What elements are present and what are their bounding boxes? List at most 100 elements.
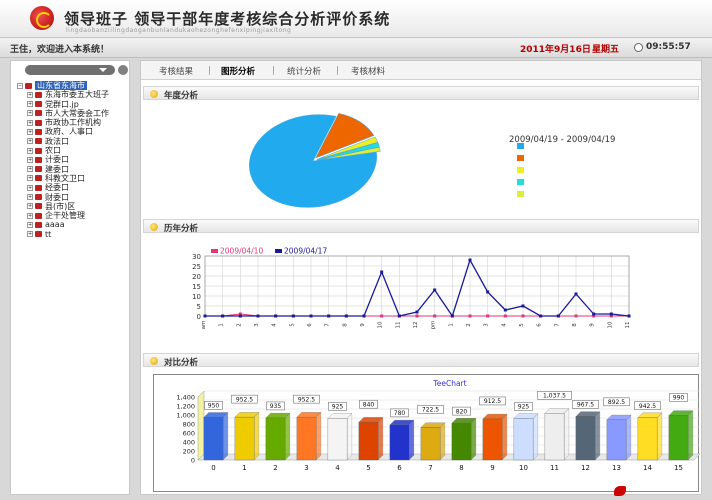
y-tick-label: 0 (197, 313, 201, 321)
series-point (380, 270, 384, 274)
teechart-frame: 1,400 1,200 1,000 800 600 400 200 0 TeeChart 950 0… (153, 374, 701, 492)
bar-side (563, 408, 570, 461)
expand-icon[interactable]: + (27, 175, 33, 182)
y-tick-label: 600 (183, 430, 195, 438)
series-point (415, 314, 419, 318)
expand-icon[interactable]: + (27, 194, 33, 201)
history-analysis-header: 历年分析 (143, 219, 699, 234)
x-tick-label: 4 (335, 464, 340, 472)
data-label: 912.5 (484, 398, 501, 405)
tree-item[interactable]: + aaaa (17, 220, 129, 229)
tree-item-label[interactable]: 农口 (45, 146, 61, 155)
x-tick-label: 10 (519, 464, 528, 472)
tree-item-label[interactable]: 财委口 (45, 193, 69, 202)
expand-icon[interactable]: + (27, 156, 33, 163)
bar (637, 417, 658, 461)
series-point (309, 314, 313, 318)
expand-icon[interactable]: + (27, 101, 33, 108)
expand-icon[interactable]: + (27, 203, 33, 210)
series-point (521, 304, 525, 308)
tab-graph-analysis[interactable]: 图形分析 (221, 65, 255, 77)
info-bar: 王住，欢迎进入本系统！ 2011年9月16日 星期五 09:55:57 (0, 38, 712, 58)
tree-item[interactable]: + 科教文卫口 (17, 174, 129, 183)
bar-side (377, 417, 384, 461)
expand-icon[interactable]: + (27, 212, 33, 219)
tree-item-label[interactable]: 科教文卫口 (45, 174, 85, 183)
tree-item[interactable]: + 政府、人事口 (17, 127, 129, 136)
tree-item-label[interactable]: 政府、人事口 (45, 127, 93, 136)
tree-item[interactable]: + 经委口 (17, 183, 129, 192)
tree-item[interactable]: + 农口 (17, 146, 129, 155)
expand-icon[interactable]: + (27, 138, 33, 145)
tree-item-label[interactable]: 企干处管理 (45, 211, 85, 220)
data-label: 780 (394, 410, 406, 417)
refresh-icon[interactable] (118, 65, 128, 75)
folder-icon (35, 166, 42, 173)
expand-icon[interactable]: + (27, 231, 33, 238)
tree-item-label[interactable]: 市人大常委会工作 (45, 109, 109, 118)
data-label: 1,037.5 (543, 393, 566, 400)
tree-item[interactable]: + 企干处管理 (17, 211, 129, 220)
legend-swatch (211, 249, 218, 253)
bar-side (439, 422, 446, 461)
x-tick-label: 7 (325, 323, 331, 327)
expand-icon[interactable]: + (27, 110, 33, 117)
data-label: 820 (456, 408, 468, 415)
tree-item[interactable]: + 东海市委五大班子 (17, 90, 129, 99)
series-point (362, 314, 366, 318)
tree-filter-dropdown[interactable] (25, 65, 115, 75)
expand-icon[interactable]: + (27, 147, 33, 154)
folder-icon (35, 221, 42, 228)
folder-icon (35, 184, 42, 191)
tree-item[interactable]: + 财委口 (17, 193, 129, 202)
folder-icon (25, 82, 32, 89)
tab-statistics[interactable]: 统计分析 (287, 65, 321, 77)
bar (513, 418, 534, 461)
tree-item-label[interactable]: 政法口 (45, 137, 69, 146)
bar (544, 413, 565, 461)
tree-root-label[interactable]: 山东省东海市 (35, 81, 87, 90)
expand-icon[interactable]: + (27, 184, 33, 191)
tree-item-label[interactable]: 计委口 (45, 155, 69, 164)
tree-item-label[interactable]: 市政协工作机构 (45, 118, 101, 127)
x-tick-label: 2 (273, 464, 277, 472)
tree-item[interactable]: + tt (17, 230, 129, 239)
tree-item[interactable]: + 建委口 (17, 165, 129, 174)
org-tree: − 山东省东海市 + 东海市委五大班子 + 党群口.jp + 市人大常委会工作 + 市政协工作机… (17, 81, 129, 239)
collapse-icon[interactable]: − (17, 82, 23, 89)
expand-icon[interactable]: + (27, 221, 33, 228)
x-tick-label: 8 (572, 323, 578, 327)
compare-analysis-panel: 1,400 1,200 1,000 800 600 400 200 0 TeeChart 950 0… (143, 368, 701, 494)
tree-item-label[interactable]: tt (45, 230, 51, 239)
tree-item[interactable]: + 政法口 (17, 137, 129, 146)
series-point (486, 290, 490, 294)
folder-icon (35, 194, 42, 201)
app-title: 领导班子 领导干部年度考核综合分析评价系统 (64, 10, 391, 28)
y-tick-label: 15 (192, 283, 201, 291)
folder-icon (35, 101, 42, 108)
tree-item-label[interactable]: 东海市委五大班子 (45, 90, 109, 99)
tree-item[interactable]: + 党群口.jp (17, 100, 129, 109)
tree-item-label[interactable]: 县(市)区 (45, 202, 75, 211)
tree-item[interactable]: + 县(市)区 (17, 202, 129, 211)
tree-root[interactable]: − 山东省东海市 (17, 81, 129, 90)
bar (482, 418, 503, 461)
tree-item-label[interactable]: 党群口.jp (45, 100, 79, 109)
series-point (415, 310, 419, 314)
x-tick-label: 6 (537, 323, 543, 327)
tab-results[interactable]: 考核结果 (159, 65, 193, 77)
tab-bar: 考核结果 图形分析 统计分析 考核材料 (141, 61, 701, 80)
tree-item[interactable]: + 市人大常委会工作 (17, 109, 129, 118)
tree-item[interactable]: + 计委口 (17, 155, 129, 164)
expand-icon[interactable]: + (27, 119, 33, 126)
tree-item-label[interactable]: aaaa (45, 220, 65, 229)
expand-icon[interactable]: + (27, 128, 33, 135)
expand-icon[interactable]: + (27, 166, 33, 173)
expand-icon[interactable]: + (27, 91, 33, 98)
tree-item-label[interactable]: 经委口 (45, 183, 69, 192)
tree-item-label[interactable]: 建委口 (45, 165, 69, 174)
x-tick-label: 12 (581, 464, 590, 472)
x-tick-label: 4 (501, 323, 507, 327)
data-label: 967.5 (577, 402, 594, 409)
tab-materials[interactable]: 考核材料 (351, 65, 385, 77)
